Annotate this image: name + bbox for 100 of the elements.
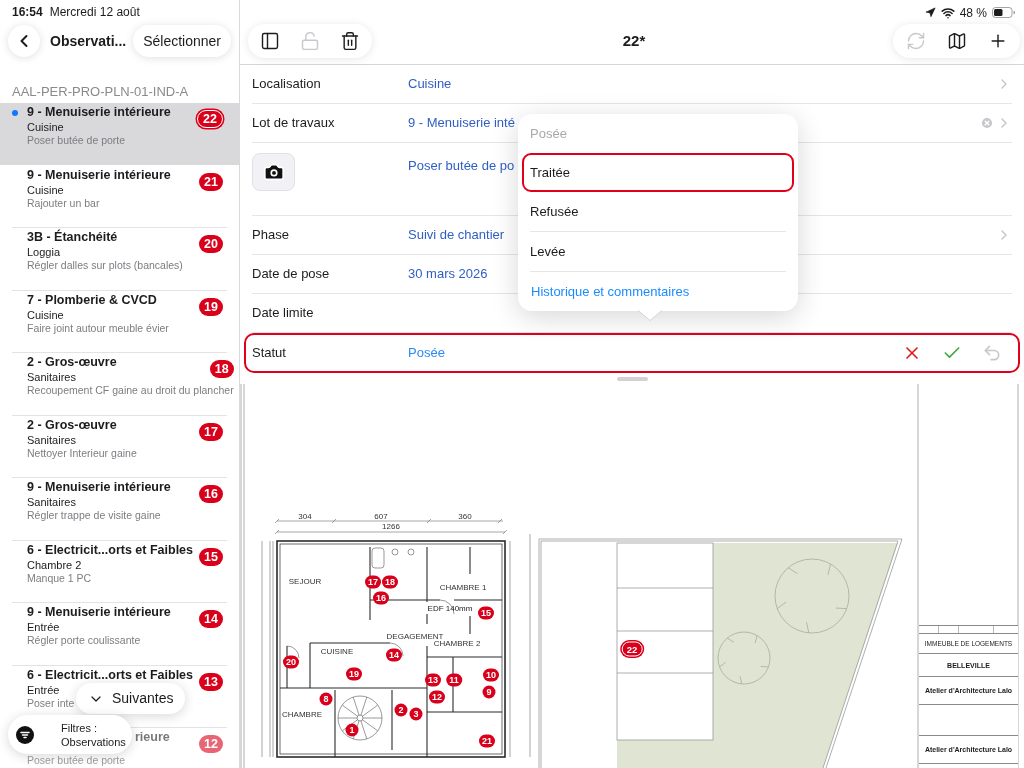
item-location: Sanitaires <box>27 432 76 447</box>
field-value: 30 mars 2026 <box>408 266 488 282</box>
item-title: 6 - Electricit...orts et Faibles <box>27 541 194 558</box>
plan-marker[interactable]: 16 <box>373 591 389 605</box>
item-title: rieure <box>135 729 170 745</box>
item-location: Loggia <box>27 245 61 259</box>
next-button[interactable]: Suivantes <box>76 683 186 714</box>
plan-marker[interactable]: 12 <box>429 690 445 704</box>
field-label: Lot de travaux <box>252 114 336 133</box>
room-label: SEJOUR <box>288 577 322 586</box>
item-title: 3B - Étanchéité <box>27 229 118 245</box>
sheet-grabber[interactable] <box>616 376 648 381</box>
item-description: Recoupement CF gaine au droit du plancher <box>27 384 234 397</box>
filter-button[interactable]: Filtres : Observations <box>8 715 132 754</box>
plan-marker[interactable]: 17 <box>365 575 381 589</box>
item-location: Cuisine <box>27 182 64 197</box>
count-badge: 20 <box>199 235 223 253</box>
count-badge: 21 <box>199 172 223 191</box>
count-badge: 16 <box>199 485 223 503</box>
plan-marker[interactable]: 20 <box>283 655 299 669</box>
field-label: Phase <box>252 226 290 245</box>
item-title: 9 - Menuiserie intérieure <box>27 166 171 183</box>
status-time: 16:54 <box>12 4 43 20</box>
count-badge: 19 <box>199 297 223 316</box>
observation-item[interactable]: 9 - Menuiserie intérieure 16 Sanitaires Régler trappe de visite gaine <box>0 478 239 540</box>
battery-percentage: 48 % <box>959 4 987 21</box>
observation-item[interactable]: 9 - Menuiserie intérieure 14 Entrée Régler porte coulissante <box>0 603 239 665</box>
observation-item[interactable]: 9 - Menuiserie intérieure 22 Cuisine Poser butée de porte <box>0 103 239 165</box>
dimension-label: 360 <box>458 512 472 521</box>
field-value: Posée <box>408 345 445 361</box>
item-description: Faire joint autour meuble évier <box>27 321 169 335</box>
item-location: Chambre 2 <box>27 557 82 572</box>
select-button[interactable]: Sélectionner <box>133 25 231 57</box>
plan-marker[interactable]: 3 <box>409 707 423 721</box>
plan-marker[interactable]: 9 <box>482 685 496 699</box>
item-location: Sanitaires <box>27 370 76 384</box>
item-title: 9 - Menuiserie intérieure <box>27 104 171 120</box>
back-button[interactable] <box>8 25 40 57</box>
camera-button[interactable] <box>252 153 295 191</box>
plan-marker[interactable]: 21 <box>479 734 495 748</box>
field-label: Statut <box>252 344 287 363</box>
room-label: DEGAGEMENT <box>386 632 444 641</box>
count-badge: 15 <box>199 547 223 566</box>
filter-value: Observations <box>61 734 126 749</box>
item-description: Régler dalles sur plots (bancales) <box>27 259 183 272</box>
camera-icon <box>262 161 285 183</box>
status-option[interactable]: Traitée <box>522 153 794 192</box>
item-title: 7 - Plomberie & CVCD <box>27 291 157 308</box>
plan-marker[interactable]: 18 <box>382 575 398 589</box>
observation-item[interactable]: 2 - Gros-œuvre 17 Sanitaires Nettoyer Interieur gaine <box>0 415 239 477</box>
unlock-icon <box>300 31 320 51</box>
room-label: CHAMBRE 1 <box>439 583 487 592</box>
plan-marker[interactable]: 22 <box>621 641 643 657</box>
item-description: Nettoyer Interieur gaine <box>27 446 137 460</box>
count-badge: 17 <box>199 422 223 441</box>
observation-item[interactable]: 9 - Menuiserie intérieure 21 Cuisine Rajouter un bar <box>0 165 239 227</box>
plan-note: EDF 140mm <box>427 604 473 613</box>
field-label: Date de pose <box>252 265 331 284</box>
item-description: Régler porte coulissante <box>27 634 141 647</box>
item-description: Poser inte <box>27 696 75 710</box>
item-description: Poser butée de porte <box>27 754 126 767</box>
plan-marker[interactable]: 13 <box>425 673 441 687</box>
count-badge: 13 <box>199 672 223 691</box>
item-title: 9 - Menuiserie intérieure <box>27 479 171 495</box>
observation-item[interactable]: 2 - Gros-œuvre 18 Sanitaires Recoupement CF gaine au droit du plancher <box>0 353 239 415</box>
battery-icon <box>992 7 1015 18</box>
dimension-label: 304 <box>298 512 312 521</box>
plan-marker[interactable]: 8 <box>319 692 333 706</box>
form-row[interactable]: Statut Posée <box>244 333 1020 373</box>
status-option[interactable]: Refusée <box>522 192 794 231</box>
tree-icon <box>717 631 771 685</box>
undo-icon <box>982 343 1002 363</box>
plan-marker[interactable]: 11 <box>446 673 462 687</box>
wifi-icon <box>940 5 955 20</box>
room-label: CUISINE <box>320 647 354 656</box>
screen-title: Observati... <box>50 31 127 51</box>
count-badge: 22 <box>197 110 223 128</box>
history-link[interactable]: Historique et commentaires <box>522 272 794 311</box>
plan-marker[interactable]: 2 <box>394 703 408 717</box>
item-title: 9 - Menuiserie intérieure <box>27 604 171 620</box>
plan-marker[interactable]: 19 <box>346 667 362 681</box>
plan-marker[interactable]: 10 <box>483 668 499 682</box>
observation-item[interactable]: 7 - Plomberie & CVCD 19 Cuisine Faire joint autour meuble évier <box>0 290 239 352</box>
sidebar-icon <box>260 31 280 51</box>
field-value: Poser butée de po <box>408 158 515 173</box>
section-header: AAL-PER-PRO-PLN-01-IND-A <box>11 84 190 100</box>
item-location: Entrée <box>27 682 60 697</box>
plan-marker[interactable]: 15 <box>478 606 494 620</box>
item-description: Poser butée de porte <box>27 134 126 147</box>
item-title: 2 - Gros-œuvre <box>27 354 117 370</box>
observation-item[interactable]: 6 - Electricit...orts et Faibles 15 Chambre 2 Manque 1 PC <box>0 540 239 602</box>
clear-icon[interactable] <box>980 116 994 130</box>
field-value: Cuisine <box>408 76 452 92</box>
plan-marker[interactable]: 14 <box>386 648 402 662</box>
observation-item[interactable]: 3B - Étanchéité 20 Loggia Régler dalles sur plots (bancales) <box>0 228 239 290</box>
field-value: Suivi de chantier <box>408 227 505 243</box>
item-title: 2 - Gros-œuvre <box>27 416 117 433</box>
count-badge: 12 <box>199 735 223 753</box>
plan-marker[interactable]: 1 <box>345 723 359 737</box>
status-option[interactable]: Levée <box>522 232 794 271</box>
